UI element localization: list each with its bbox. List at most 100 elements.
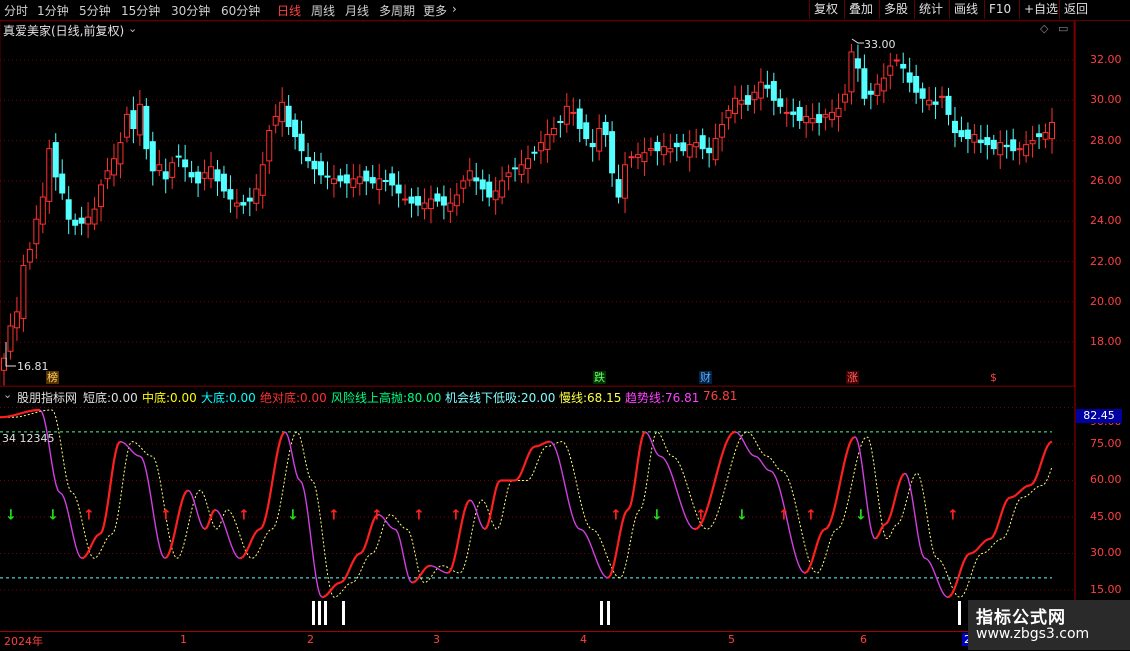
trend-line-segment <box>466 501 468 505</box>
period-multi[interactable]: 多周期 <box>379 2 415 19</box>
event-text: 涨 <box>847 371 858 384</box>
trend-line-segment <box>1016 493 1018 495</box>
candle-body <box>118 143 123 164</box>
candle-body <box>99 185 104 207</box>
period-more[interactable]: 更多 <box>423 2 447 19</box>
period-15min[interactable]: 15分钟 <box>121 2 160 19</box>
trend-line-segment <box>42 412 44 418</box>
window-icon[interactable]: ▭ <box>1058 22 1068 35</box>
chevron-down-icon[interactable]: ⌄ <box>3 388 12 401</box>
trend-line-segment <box>728 436 730 439</box>
trend-line-segment <box>712 484 714 492</box>
event-marker-rise[interactable]: 涨 <box>846 371 859 384</box>
trend-line-segment <box>292 454 294 464</box>
trend-line-segment <box>602 573 604 576</box>
candle-body <box>403 199 408 200</box>
chevron-down-icon[interactable]: ⌄ <box>128 22 137 35</box>
time-tick: 2024年 <box>4 633 43 649</box>
trend-line-segment <box>624 511 626 516</box>
trend-line-segment <box>748 450 750 453</box>
candle-body <box>597 129 602 152</box>
trend-line-segment <box>474 505 476 510</box>
trend-line-segment <box>232 547 234 552</box>
period-1min[interactable]: 1分钟 <box>37 2 69 19</box>
trend-line-segment <box>750 453 752 455</box>
candle-body <box>875 84 880 95</box>
trend-line-segment <box>126 445 128 447</box>
multi-stock-button[interactable]: 多股 <box>879 0 912 19</box>
candle-body <box>1017 149 1022 150</box>
trend-line-segment <box>302 483 304 490</box>
trend-line-segment <box>1024 487 1026 488</box>
period-intraday[interactable]: 分时 <box>4 2 28 19</box>
trend-line-segment <box>332 586 334 588</box>
period-30min[interactable]: 30分钟 <box>171 2 210 19</box>
event-marker-drop[interactable]: 跌 <box>593 371 606 384</box>
diamond-icon[interactable]: ◇ <box>1040 22 1048 35</box>
down-arrow-icon: ↓ <box>47 507 59 523</box>
trend-line-segment <box>968 554 970 555</box>
candle-body <box>448 203 453 211</box>
trend-line-segment <box>678 494 680 500</box>
period-monthly[interactable]: 月线 <box>345 2 369 19</box>
trend-line-segment <box>272 471 274 483</box>
draw-line-button[interactable]: 画线 <box>949 0 982 19</box>
trend-line-segment <box>844 456 846 464</box>
add-watchlist-button[interactable]: +自选 <box>1019 0 1062 19</box>
trend-line-segment <box>114 450 116 460</box>
period-weekly[interactable]: 周线 <box>311 2 335 19</box>
trend-line-segment <box>798 563 800 568</box>
watermark-logo: 指标公式网 www.zbgs3.com <box>968 600 1130 650</box>
trend-line-segment <box>908 478 910 486</box>
indicator-chart[interactable]: ↓↓↓↓↓↓↑↑↑↑↑↑↑↑↑↑↑↑ <box>0 386 1130 631</box>
trend-line-segment <box>666 461 668 465</box>
trend-line-segment <box>488 517 490 525</box>
trend-line-segment <box>146 470 148 480</box>
event-marker-dividend[interactable]: $ <box>989 371 998 384</box>
down-arrow-icon: ↓ <box>736 507 748 523</box>
restore-rights-button[interactable]: 复权 <box>809 0 842 19</box>
trend-line-segment <box>738 433 740 435</box>
trend-line-segment <box>722 449 724 455</box>
period-5min[interactable]: 5分钟 <box>79 2 111 19</box>
trend-line-segment <box>492 497 494 507</box>
f10-button[interactable]: F10 <box>984 0 1015 19</box>
candle-body <box>47 149 52 202</box>
trend-line-segment <box>628 507 630 510</box>
event-marker-finance[interactable]: 财 <box>699 371 712 384</box>
trend-line-segment <box>1006 499 1008 502</box>
candle-body <box>610 132 615 173</box>
trend-line-segment <box>526 456 528 461</box>
overlay-button[interactable]: 叠加 <box>844 0 877 19</box>
trend-line-segment <box>1034 478 1036 482</box>
trend-line-segment <box>838 483 840 493</box>
candlestick-chart[interactable] <box>0 21 1130 387</box>
candle-body <box>629 157 634 158</box>
period-daily[interactable]: 日线 <box>277 2 301 19</box>
trend-line-segment <box>898 481 900 487</box>
period-60min[interactable]: 60分钟 <box>221 2 260 19</box>
trend-line-segment <box>818 536 820 542</box>
trend-line-segment <box>258 529 260 530</box>
trend-line-segment <box>1002 506 1004 512</box>
candle-body <box>170 163 175 178</box>
trend-line-segment <box>552 443 554 446</box>
down-arrow-icon: ↓ <box>855 507 867 523</box>
trend-line-segment <box>58 491 60 493</box>
chevron-right-icon[interactable]: › <box>452 2 457 16</box>
trend-line-segment <box>820 532 822 536</box>
trend-line-segment <box>54 476 56 485</box>
trend-line-segment <box>980 544 982 546</box>
trend-line-segment <box>98 534 100 535</box>
trend-line-segment <box>630 500 632 508</box>
trend-line-segment <box>116 444 118 451</box>
statistics-button[interactable]: 统计 <box>914 0 947 19</box>
candle-body <box>784 112 789 113</box>
trend-line-segment <box>824 529 826 530</box>
candle-body <box>454 195 459 206</box>
trend-line-segment <box>388 524 390 526</box>
trend-line-segment <box>828 523 830 527</box>
event-marker-rank[interactable]: 榜 <box>46 371 59 384</box>
trend-line-segment <box>142 458 144 463</box>
back-button[interactable]: 返回 <box>1059 0 1130 19</box>
